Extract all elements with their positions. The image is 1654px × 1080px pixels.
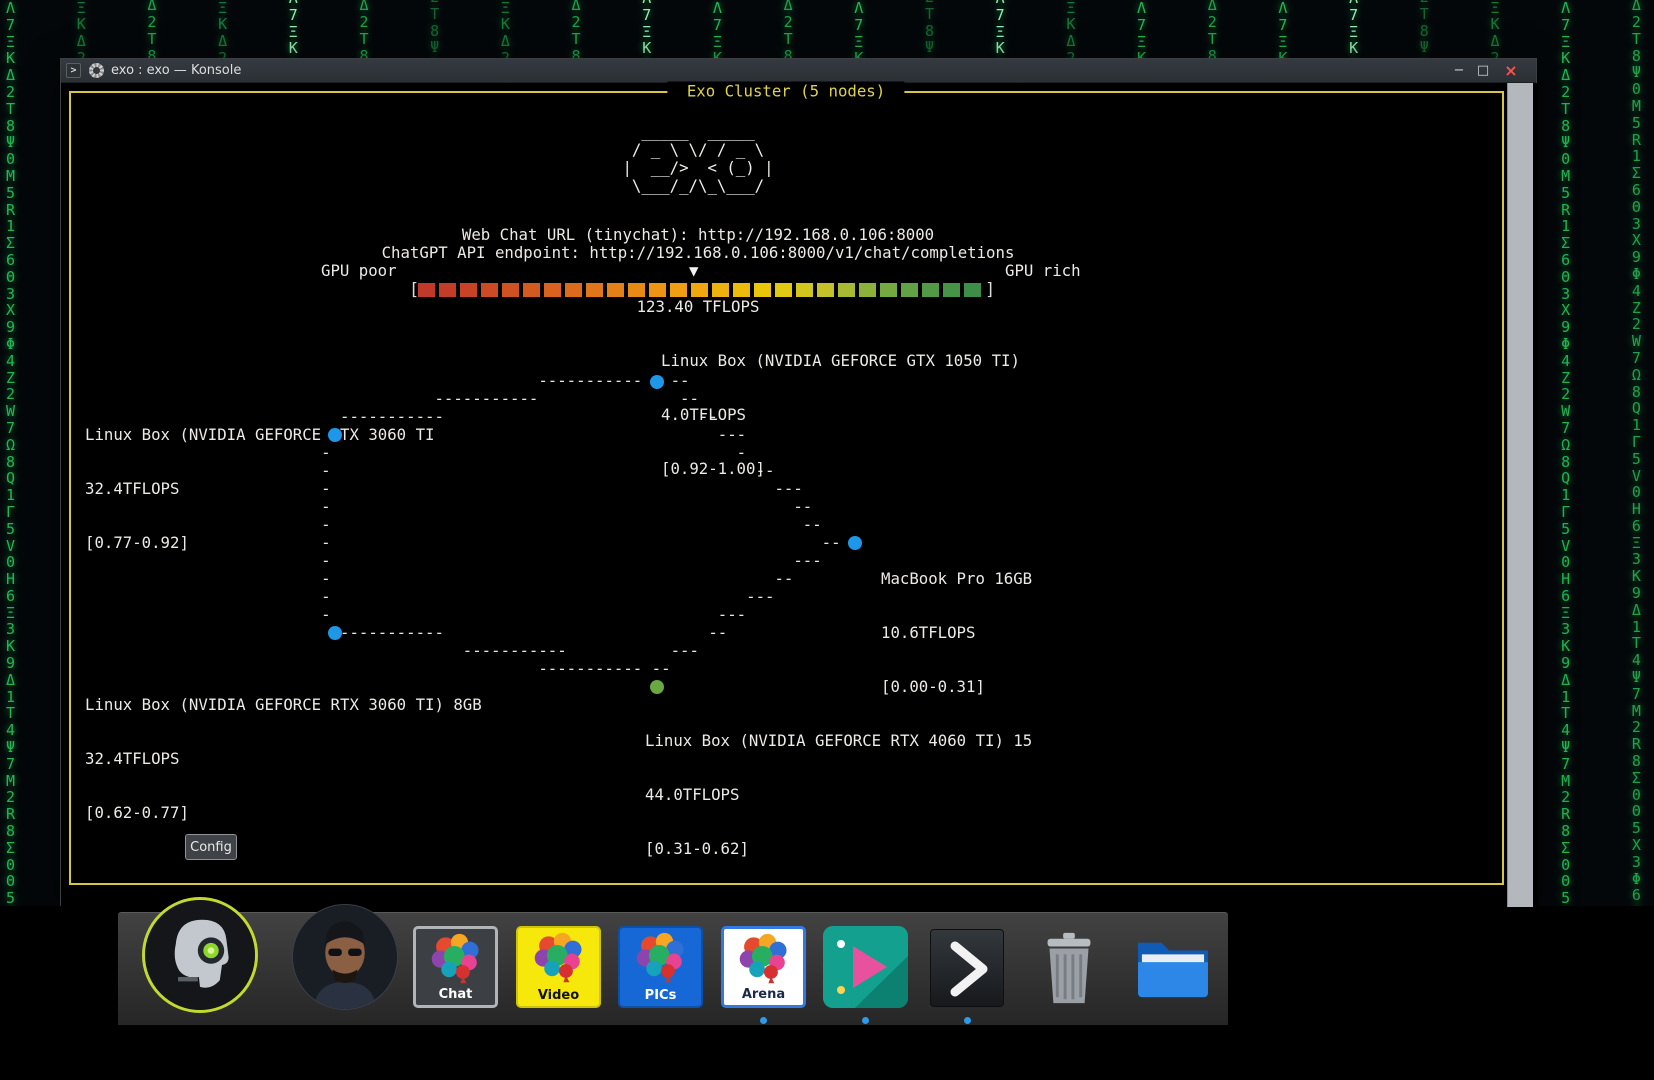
web-chat-url-line: Web Chat URL (tinychat): http://192.168.… (462, 226, 934, 244)
gauge-square (439, 283, 456, 297)
arena-app-label: Arena (724, 987, 803, 1002)
node-tflops: 44.0TFLOPS (645, 786, 1032, 804)
node-name: Linux Box (NVIDIA GEFORCE RTX 3060 TI) 8… (85, 696, 482, 714)
gauge-square (670, 283, 687, 297)
node-dot (650, 375, 664, 389)
node-name: Linux Box (NVIDIA GEFORCE GTX 1050 TI) (661, 352, 1020, 370)
node-dot (328, 626, 342, 640)
node-name: Linux Box (NVIDIA GEFORCE RTX 3060 TI (85, 426, 434, 444)
gauge-square (544, 283, 561, 297)
gauge-square (817, 283, 834, 297)
chat-app-label: Chat (416, 987, 495, 1002)
gauge-square (565, 283, 582, 297)
node-dot (328, 428, 342, 442)
gpu-rich-label: GPU rich (1005, 262, 1081, 280)
media-app-icon[interactable] (823, 926, 908, 1008)
dock: Chat Video PICs Arena (118, 912, 1228, 1025)
gpu-poor-label: GPU poor (321, 262, 397, 280)
gauge-square (859, 283, 876, 297)
gauge-square (775, 283, 792, 297)
pics-app-icon[interactable]: PICs (618, 926, 703, 1008)
node-tflops: 32.4TFLOPS (85, 480, 434, 498)
video-app-icon[interactable]: Video (516, 926, 601, 1008)
node-name: MacBook Pro 16GB (881, 570, 1032, 588)
gauge-square (418, 283, 435, 297)
file-manager-folder-icon[interactable] (1134, 933, 1212, 1001)
gauge-square (481, 283, 498, 297)
window-titlebar[interactable]: > exo : exo — Konsole − □ × (61, 59, 1536, 83)
node-range: [0.77-0.92] (85, 534, 434, 552)
robot-avatar-icon[interactable] (142, 897, 258, 1013)
node-range: [0.92-1.00] (661, 460, 1020, 478)
gauge-square (943, 283, 960, 297)
window-title: exo : exo — Konsole (111, 59, 241, 83)
pics-app-label: PICs (620, 988, 701, 1003)
node-label: Linux Box (NVIDIA GEFORCE RTX 4060 TI) 1… (645, 696, 1032, 894)
maximize-button[interactable]: □ (1472, 59, 1494, 83)
gauge-square (523, 283, 540, 297)
node-tflops: 4.0TFLOPS (661, 406, 1020, 424)
gauge-marker-icon: ▼ (689, 262, 698, 280)
total-tflops: 123.40 TFLOPS (637, 298, 760, 316)
gauge-square (712, 283, 729, 297)
chevron-app-icon[interactable] (930, 929, 1004, 1007)
gauge-square (691, 283, 708, 297)
node-label: Linux Box (NVIDIA GEFORCE RTX 3060 TI) 8… (85, 660, 482, 858)
gauge-square (502, 283, 519, 297)
exo-ascii-logo: _____ _____ / _ \ \/ / _ \ | __/> < (_) … (622, 123, 773, 195)
gauge-square (922, 283, 939, 297)
desktop: Λ7ΞK Δ2T8Ψ0M5R1Σ6Θ3X9Φ4Z2W7Ω8Q1Γ5V0H6Ξ3K… (0, 0, 1654, 1080)
chat-app-icon[interactable]: Chat (413, 926, 498, 1008)
close-button[interactable]: × (1500, 59, 1522, 83)
node-dot (848, 536, 862, 550)
gauge-square (460, 283, 477, 297)
gauge-square (733, 283, 750, 297)
running-indicator-dot (760, 1017, 767, 1024)
konsole-app-icon (89, 63, 104, 78)
api-endpoint-line: ChatGPT API endpoint: http://192.168.0.1… (382, 244, 1015, 262)
cluster-frame-title: Exo Cluster (5 nodes) (667, 82, 904, 101)
gauge-square (649, 283, 666, 297)
gauge-square (901, 283, 918, 297)
gpu-gauge (418, 283, 981, 297)
node-range: [0.00-0.31] (881, 678, 1032, 696)
minimize-button[interactable]: − (1448, 59, 1470, 83)
gauge-square (754, 283, 771, 297)
node-dot (650, 680, 664, 694)
terminal-scrollbar[interactable] (1507, 83, 1533, 907)
gauge-square (880, 283, 897, 297)
person-avatar-icon[interactable] (292, 904, 398, 1010)
gauge-square (586, 283, 603, 297)
gauge-square (607, 283, 624, 297)
gauge-square (796, 283, 813, 297)
gauge-square (838, 283, 855, 297)
terminal-content: Exo Cluster (5 nodes) _____ _____ / _ \ … (61, 83, 1538, 907)
running-indicator-dot (862, 1017, 869, 1024)
node-label: Linux Box (NVIDIA GEFORCE RTX 3060 TI 32… (85, 390, 434, 588)
node-tflops: 32.4TFLOPS (85, 750, 482, 768)
arena-app-icon[interactable]: Arena (721, 926, 806, 1008)
node-range: [0.31-0.62] (645, 840, 1032, 858)
node-name: Linux Box (NVIDIA GEFORCE RTX 4060 TI) 1… (645, 732, 1032, 750)
konsole-app-icon-core (93, 67, 100, 74)
konsole-window: > exo : exo — Konsole − □ × Exo Cluster … (60, 58, 1537, 906)
gauge-square (964, 283, 981, 297)
video-app-label: Video (518, 988, 599, 1003)
running-indicator-dot (964, 1017, 971, 1024)
node-tflops: 10.6TFLOPS (881, 624, 1032, 642)
trash-icon[interactable] (1036, 929, 1102, 1007)
node-label: Linux Box (NVIDIA GEFORCE GTX 1050 TI) 4… (661, 316, 1020, 514)
node-range: [0.62-0.77] (85, 804, 482, 822)
config-button[interactable]: Config (185, 834, 237, 860)
gauge-square (628, 283, 645, 297)
tab-chevron-icon[interactable]: > (66, 63, 81, 78)
gauge-right-bracket: ] (985, 280, 995, 300)
